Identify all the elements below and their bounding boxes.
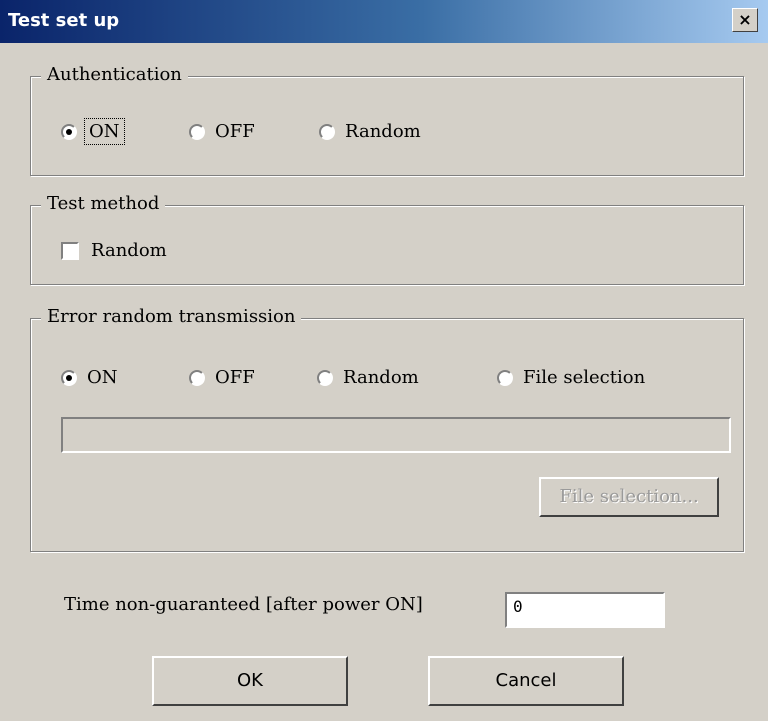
time-non-guaranteed-input[interactable]: 0 bbox=[505, 592, 665, 628]
error-random-legend: Error random transmission bbox=[41, 306, 302, 327]
ok-button[interactable]: OK bbox=[152, 656, 348, 706]
auth-radio-off-label: OFF bbox=[215, 121, 255, 142]
radio-circle bbox=[61, 369, 77, 386]
err-radio-file-selection-label: File selection bbox=[523, 367, 646, 388]
auth-radio-random[interactable]: Random bbox=[319, 121, 421, 142]
auth-radio-on-label: ON bbox=[84, 118, 125, 145]
file-selection-button: File selection... bbox=[539, 477, 719, 517]
title-bar: Test set up × bbox=[0, 0, 768, 43]
err-radio-off-label: OFF bbox=[215, 367, 255, 388]
authentication-legend: Authentication bbox=[41, 64, 188, 85]
err-radio-on-label: ON bbox=[87, 367, 118, 388]
radio-circle bbox=[189, 369, 205, 386]
test-method-random-checkbox[interactable]: Random bbox=[61, 240, 167, 261]
err-radio-off[interactable]: OFF bbox=[189, 367, 255, 388]
radio-circle bbox=[317, 369, 333, 386]
close-icon[interactable]: × bbox=[732, 8, 758, 32]
radio-circle bbox=[319, 123, 335, 140]
err-radio-random[interactable]: Random bbox=[317, 367, 419, 388]
time-non-guaranteed-label: Time non-guaranteed [after power ON] bbox=[64, 594, 423, 615]
window-title: Test set up bbox=[8, 10, 120, 31]
error-random-group: Error random transmission ON OFF Random … bbox=[30, 306, 744, 552]
checkbox-box bbox=[61, 241, 79, 260]
auth-radio-off[interactable]: OFF bbox=[189, 121, 255, 142]
test-method-group: Test method Random bbox=[30, 193, 744, 285]
file-path-field bbox=[61, 417, 731, 453]
err-radio-on[interactable]: ON bbox=[61, 367, 118, 388]
test-method-legend: Test method bbox=[41, 193, 166, 214]
err-radio-file-selection[interactable]: File selection bbox=[497, 367, 645, 388]
radio-circle bbox=[61, 123, 77, 140]
test-method-random-label: Random bbox=[91, 240, 167, 261]
auth-radio-on[interactable]: ON bbox=[61, 118, 125, 145]
authentication-group: Authentication ON OFF Random bbox=[30, 64, 744, 176]
err-radio-random-label: Random bbox=[343, 367, 419, 388]
auth-radio-random-label: Random bbox=[345, 121, 421, 142]
radio-circle bbox=[497, 369, 513, 386]
radio-circle bbox=[189, 123, 205, 140]
cancel-button[interactable]: Cancel bbox=[428, 656, 624, 706]
